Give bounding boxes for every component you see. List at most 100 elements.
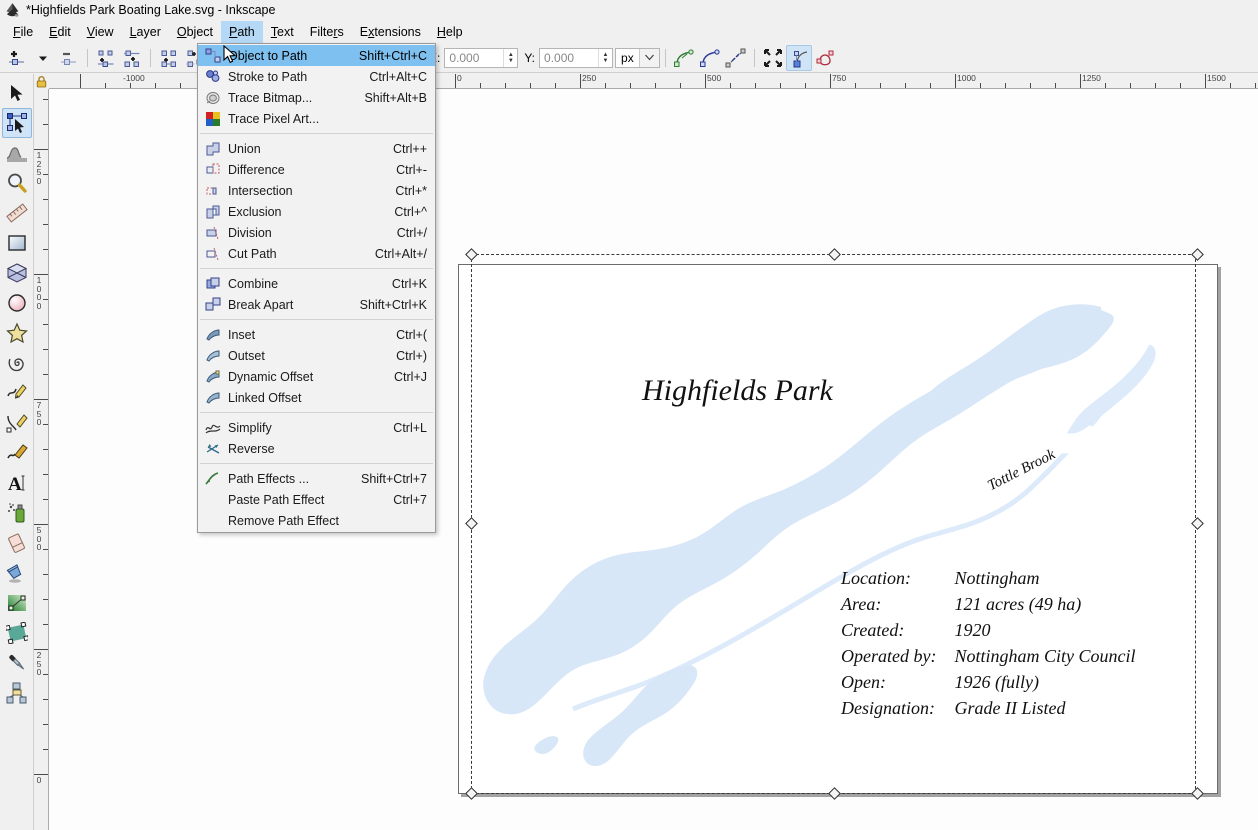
menu-item-trace-bitmap[interactable]: Trace Bitmap... Shift+Alt+B: [198, 87, 435, 108]
table-row[interactable]: Area: 121 acres (49 ha): [841, 594, 1135, 618]
ruler-minor-tick: [1030, 83, 1031, 88]
menu-item-difference[interactable]: Difference Ctrl+-: [198, 159, 435, 180]
menu-help[interactable]: Help: [429, 21, 471, 43]
selector-tool[interactable]: [2, 78, 32, 108]
eraser-tool[interactable]: [2, 528, 32, 558]
menu-item-linked-offset[interactable]: Linked Offset: [198, 387, 435, 408]
transform-handles-button[interactable]: [760, 45, 786, 71]
break-path-button[interactable]: [93, 45, 119, 71]
map-title[interactable]: Highfields Park: [642, 374, 833, 408]
lake-islet-shape[interactable]: [534, 736, 559, 755]
show-path-outline-button[interactable]: [785, 44, 812, 71]
menu-file[interactable]: File: [5, 21, 41, 43]
calligraphy-tool[interactable]: [2, 438, 32, 468]
insert-node-menu-button[interactable]: [30, 45, 56, 71]
menu-item-paste-path-effect[interactable]: Paste Path Effect Ctrl+7: [198, 489, 435, 510]
ruler-minor-tick: [43, 499, 48, 500]
vertical-ruler[interactable]: 2k17501500125010007505002500: [34, 89, 49, 830]
connector-tool[interactable]: [2, 678, 32, 708]
x-input[interactable]: [445, 48, 504, 67]
menu-object[interactable]: Object: [169, 21, 221, 43]
toolbar-separator: [150, 48, 151, 67]
delete-node-button[interactable]: [56, 45, 82, 71]
lake-north-lobe-shape[interactable]: [898, 304, 1102, 431]
lake-tail-shape[interactable]: [583, 665, 698, 767]
menu-item-label: Trace Bitmap...: [228, 90, 313, 105]
mesh-gradient-tool[interactable]: [2, 618, 32, 648]
path-dropdown-menu[interactable]: Object to Path Shift+Ctrl+C Stroke to Path…: [197, 43, 436, 533]
menu-item-intersection[interactable]: Intersection Ctrl+*: [198, 180, 435, 201]
menu-path[interactable]: Path: [221, 21, 263, 43]
show-bezier-handles-button[interactable]: [671, 45, 697, 71]
dropper-tool[interactable]: [2, 648, 32, 678]
ellipse-tool[interactable]: [2, 288, 32, 318]
ruler-minor-tick: [680, 83, 681, 88]
menu-item-combine[interactable]: Combine Ctrl+K: [198, 273, 435, 294]
menu-item-remove-path-effect[interactable]: Remove Path Effect: [198, 510, 435, 531]
unit-select[interactable]: px: [615, 47, 660, 68]
menu-filters[interactable]: Filters: [302, 21, 352, 43]
park-info-table[interactable]: Location: Nottingham Area: 121 acres (49…: [839, 566, 1137, 724]
toolbar-separator: [753, 48, 755, 67]
menu-separator: [200, 319, 433, 320]
box3d-tool[interactable]: [2, 258, 32, 288]
menu-item-shortcut: Ctrl+^: [394, 204, 427, 219]
mouse-cursor-icon: [223, 45, 237, 64]
bezier-tool[interactable]: [2, 408, 32, 438]
menu-item-shortcut: Shift+Alt+B: [364, 90, 427, 105]
table-row[interactable]: Created: 1920: [841, 620, 1135, 644]
star-tool[interactable]: [2, 318, 32, 348]
menu-item-union[interactable]: Union Ctrl++: [198, 138, 435, 159]
ruler-lock-icon[interactable]: [34, 74, 49, 89]
menu-view[interactable]: View: [79, 21, 122, 43]
table-row[interactable]: Operated by: Nottingham City Council: [841, 646, 1135, 670]
menu-item-dynamic-offset[interactable]: Dynamic Offset Ctrl+J: [198, 366, 435, 387]
lake-notch-shape[interactable]: [788, 620, 821, 644]
ruler-label: 1250: [1082, 74, 1101, 83]
chevron-down-icon[interactable]: [638, 48, 659, 67]
menu-item-cut-path[interactable]: Cut Path Ctrl+Alt+/: [198, 243, 435, 264]
ruler-minor-tick: [43, 599, 48, 600]
menu-item-trace-pixel-art[interactable]: Trace Pixel Art...: [198, 108, 435, 129]
menu-layer[interactable]: Layer: [122, 21, 169, 43]
node-tool[interactable]: [2, 108, 32, 138]
measure-tool[interactable]: [2, 198, 32, 228]
join-segment-button[interactable]: [156, 45, 182, 71]
show-clip-path-button[interactable]: [812, 45, 838, 71]
rectangle-tool[interactable]: [2, 228, 32, 258]
menu-item-division[interactable]: Division Ctrl+/: [198, 222, 435, 243]
menu-text[interactable]: Text: [263, 21, 302, 43]
table-row[interactable]: Designation: Grade II Listed: [841, 698, 1135, 722]
menu-item-stroke-to-path[interactable]: Stroke to Path Ctrl+Alt+C: [198, 66, 435, 87]
show-outline-button[interactable]: [697, 45, 723, 71]
y-input[interactable]: [540, 48, 599, 67]
pencil-tool[interactable]: [2, 378, 32, 408]
menu-edit[interactable]: Edit: [41, 21, 79, 43]
x-spin-arrows[interactable]: ▲ ▼: [503, 48, 517, 67]
lake-creek-shape[interactable]: [1067, 345, 1156, 434]
menu-item-reverse[interactable]: Reverse: [198, 438, 435, 459]
gradient-tool[interactable]: [2, 588, 32, 618]
menu-item-outset[interactable]: Outset Ctrl+): [198, 345, 435, 366]
tweak-tool[interactable]: [2, 138, 32, 168]
show-mask-button[interactable]: [723, 45, 749, 71]
menu-item-simplify[interactable]: Simplify Ctrl+L: [198, 417, 435, 438]
menu-item-break-apart[interactable]: Break Apart Shift+Ctrl+K: [198, 294, 435, 315]
menu-item-path-effects[interactable]: Path Effects ... Shift+Ctrl+7: [198, 468, 435, 489]
join-nodes-button[interactable]: [119, 45, 145, 71]
text-tool[interactable]: A: [2, 468, 32, 498]
y-spin-arrows[interactable]: ▲ ▼: [598, 48, 612, 67]
ruler-minor-tick: [505, 83, 506, 88]
spiral-tool[interactable]: [2, 348, 32, 378]
menu-item-exclusion[interactable]: Exclusion Ctrl+^: [198, 201, 435, 222]
zoom-tool[interactable]: [2, 168, 32, 198]
menu-item-inset[interactable]: Inset Ctrl+(: [198, 324, 435, 345]
insert-node-button[interactable]: [4, 45, 30, 71]
table-row[interactable]: Open: 1926 (fully): [841, 672, 1135, 696]
menu-extensions[interactable]: Extensions: [352, 21, 429, 43]
table-row[interactable]: Location: Nottingham: [841, 568, 1135, 592]
x-spinbox[interactable]: ▲▼: [444, 47, 519, 68]
spray-tool[interactable]: [2, 498, 32, 528]
paint-bucket-tool[interactable]: [2, 558, 32, 588]
y-spinbox[interactable]: ▲▼: [539, 47, 614, 68]
